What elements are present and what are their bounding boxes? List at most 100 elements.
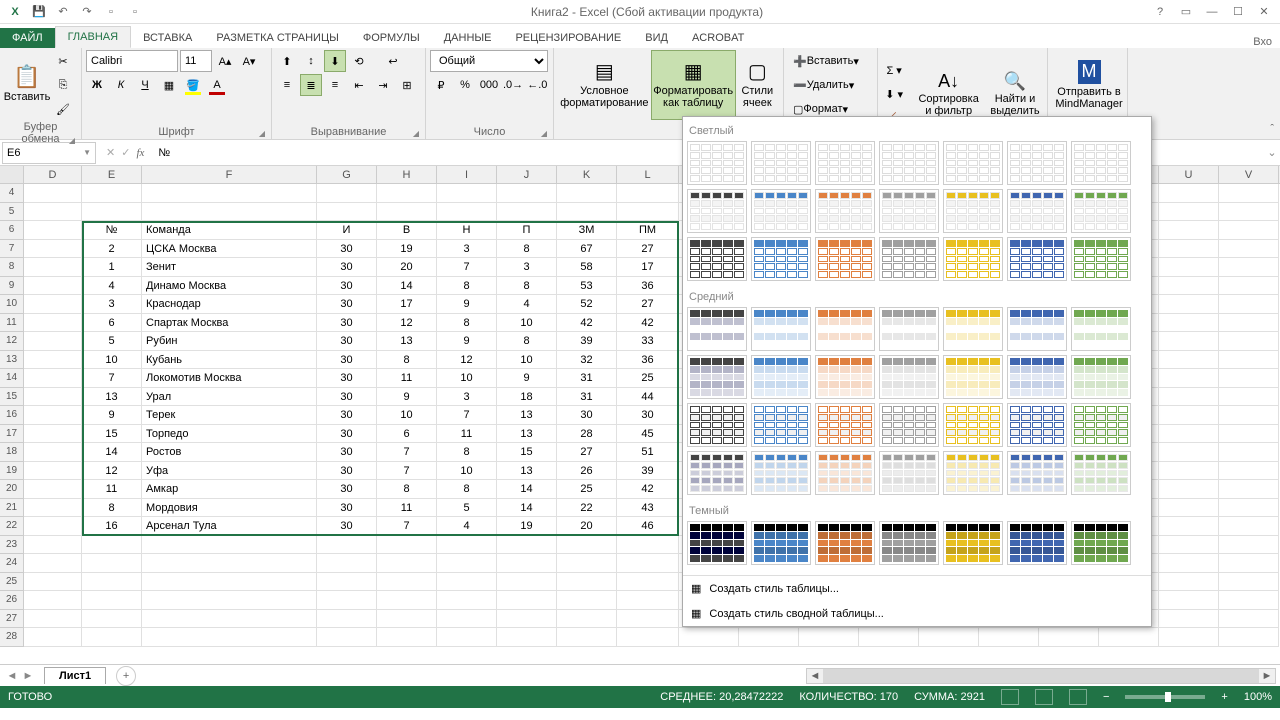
wrap-text-icon[interactable]: ↩ — [382, 50, 404, 72]
cell[interactable]: 7 — [82, 369, 142, 388]
copy-icon[interactable]: ⎘ — [52, 74, 74, 96]
table-style-thumb[interactable] — [687, 403, 747, 447]
cell[interactable]: 30 — [557, 406, 617, 425]
cell[interactable] — [1159, 443, 1219, 462]
ribbon-display-icon[interactable]: ▭ — [1174, 2, 1198, 22]
cell[interactable] — [1159, 462, 1219, 481]
cell[interactable] — [1219, 536, 1279, 555]
merge-icon[interactable]: ⊞ — [396, 74, 418, 96]
cell[interactable]: 53 — [557, 277, 617, 296]
cell[interactable] — [24, 462, 82, 481]
cell[interactable]: Ростов — [142, 443, 317, 462]
cell[interactable]: 2 — [82, 240, 142, 259]
fill-icon[interactable]: ⬇ ▾ — [882, 84, 906, 106]
cell-styles-button[interactable]: ▢ Стили ячеек — [736, 50, 779, 120]
cell[interactable] — [617, 591, 679, 610]
cell[interactable] — [1219, 203, 1279, 222]
paste-button[interactable]: 📋 Вставить — [4, 50, 50, 118]
cell[interactable] — [497, 184, 557, 203]
cell[interactable]: 10 — [437, 369, 497, 388]
cell[interactable] — [1219, 295, 1279, 314]
cell[interactable] — [82, 610, 142, 629]
column-header[interactable]: F — [142, 166, 317, 183]
cell[interactable] — [1159, 351, 1219, 370]
autosum-icon[interactable]: Σ ▾ — [882, 60, 906, 82]
cell[interactable]: 3 — [82, 295, 142, 314]
cell[interactable]: 8 — [497, 332, 557, 351]
cell[interactable] — [1219, 369, 1279, 388]
table-style-thumb[interactable] — [687, 521, 747, 565]
cell[interactable] — [24, 480, 82, 499]
align-middle-icon[interactable]: ↕ — [300, 50, 322, 72]
cell[interactable] — [1219, 628, 1279, 647]
table-style-thumb[interactable] — [879, 141, 939, 185]
cell[interactable] — [142, 610, 317, 629]
horizontal-scrollbar[interactable]: ◄ ► — [806, 668, 1276, 684]
table-style-thumb[interactable] — [751, 451, 811, 495]
column-header[interactable]: U — [1159, 166, 1219, 183]
cell[interactable]: 30 — [317, 499, 377, 518]
maximize-icon[interactable]: ☐ — [1226, 2, 1250, 22]
row-header[interactable]: 28 — [0, 628, 24, 647]
page-break-view-icon[interactable] — [1069, 689, 1087, 705]
cell[interactable]: 13 — [82, 388, 142, 407]
row-header[interactable]: 7 — [0, 240, 24, 259]
ribbon-tab-файл[interactable]: ФАЙЛ — [0, 28, 55, 48]
cell[interactable]: 19 — [497, 517, 557, 536]
cell[interactable]: 10 — [437, 462, 497, 481]
cell[interactable] — [142, 203, 317, 222]
cell[interactable]: 30 — [317, 314, 377, 333]
dialog-launcher-icon[interactable]: ◢ — [69, 136, 75, 145]
cell[interactable] — [377, 573, 437, 592]
cell[interactable]: 67 — [557, 240, 617, 259]
cell[interactable]: 26 — [557, 462, 617, 481]
table-style-thumb[interactable] — [1071, 307, 1131, 351]
cell[interactable] — [317, 628, 377, 647]
cell[interactable] — [617, 554, 679, 573]
table-style-thumb[interactable] — [879, 237, 939, 281]
scroll-left-icon[interactable]: ◄ — [807, 670, 823, 682]
cell[interactable] — [82, 628, 142, 647]
cell[interactable] — [1159, 610, 1219, 629]
cell[interactable]: 4 — [82, 277, 142, 296]
table-style-thumb[interactable] — [879, 521, 939, 565]
new-pivot-style[interactable]: ▦ Создать стиль сводной таблицы... — [683, 601, 1151, 626]
cell[interactable]: 9 — [437, 332, 497, 351]
cancel-formula-icon[interactable]: ✕ — [106, 146, 115, 159]
table-style-thumb[interactable] — [687, 355, 747, 399]
cell[interactable]: 7 — [437, 406, 497, 425]
cell[interactable]: 11 — [437, 425, 497, 444]
add-sheet-icon[interactable]: + — [116, 666, 136, 686]
cell[interactable]: 9 — [497, 369, 557, 388]
table-style-thumb[interactable] — [943, 189, 1003, 233]
table-style-thumb[interactable] — [751, 307, 811, 351]
table-style-thumb[interactable] — [879, 189, 939, 233]
column-header[interactable]: E — [82, 166, 142, 183]
table-style-thumb[interactable] — [815, 451, 875, 495]
cell[interactable]: 10 — [497, 351, 557, 370]
cell[interactable]: 14 — [377, 277, 437, 296]
cell[interactable]: 8 — [497, 240, 557, 259]
table-style-thumb[interactable] — [943, 451, 1003, 495]
cell[interactable] — [82, 591, 142, 610]
cell[interactable]: 7 — [377, 462, 437, 481]
cell[interactable]: 31 — [557, 388, 617, 407]
cell[interactable] — [497, 554, 557, 573]
cell[interactable] — [437, 591, 497, 610]
cell[interactable] — [1159, 425, 1219, 444]
cell[interactable] — [1159, 221, 1219, 240]
cell[interactable]: 18 — [497, 388, 557, 407]
cell[interactable] — [1159, 203, 1219, 222]
cell[interactable]: 8 — [437, 443, 497, 462]
cell[interactable]: 28 — [557, 425, 617, 444]
cell[interactable]: 11 — [377, 369, 437, 388]
cell[interactable]: № — [82, 221, 142, 240]
cell[interactable]: 30 — [317, 258, 377, 277]
cell[interactable] — [1219, 499, 1279, 518]
column-header[interactable]: J — [497, 166, 557, 183]
cell[interactable] — [497, 203, 557, 222]
cell[interactable] — [1159, 480, 1219, 499]
cell[interactable] — [1219, 462, 1279, 481]
cell[interactable]: 8 — [377, 480, 437, 499]
cell[interactable]: 8 — [437, 314, 497, 333]
